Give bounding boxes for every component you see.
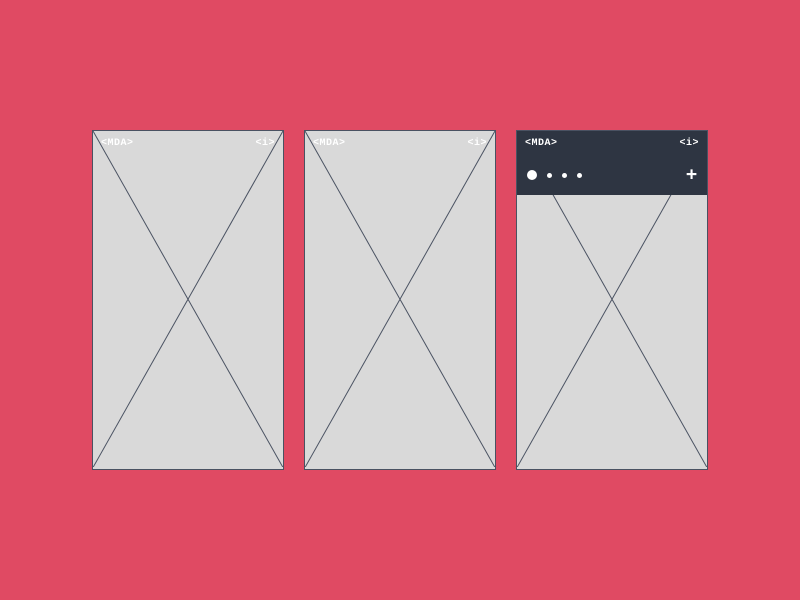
page-dot[interactable] [547,173,552,178]
add-button[interactable]: + [686,166,697,184]
placeholder-x-icon [305,131,495,467]
status-bar: <MDA> <i> [517,131,707,155]
app-logo: <MDA> [525,138,558,149]
page-dot[interactable] [577,173,582,178]
status-bar: <MDA> <i> [93,131,283,155]
status-bar: <MDA> <i> [305,131,495,155]
info-icon: <i> [467,138,487,149]
info-icon: <i> [679,138,699,149]
app-toolbar: + [517,155,707,195]
page-indicator[interactable] [527,170,582,180]
app-logo: <MDA> [101,138,134,149]
placeholder-x-icon [93,131,283,467]
wireframe-frame-2: <MDA> <i> [304,130,496,470]
page-dot[interactable] [562,173,567,178]
wireframe-frame-3: <MDA> <i> + [516,130,708,470]
info-icon: <i> [255,138,275,149]
page-dot-active[interactable] [527,170,537,180]
app-logo: <MDA> [313,138,346,149]
wireframe-frame-1: <MDA> <i> [92,130,284,470]
